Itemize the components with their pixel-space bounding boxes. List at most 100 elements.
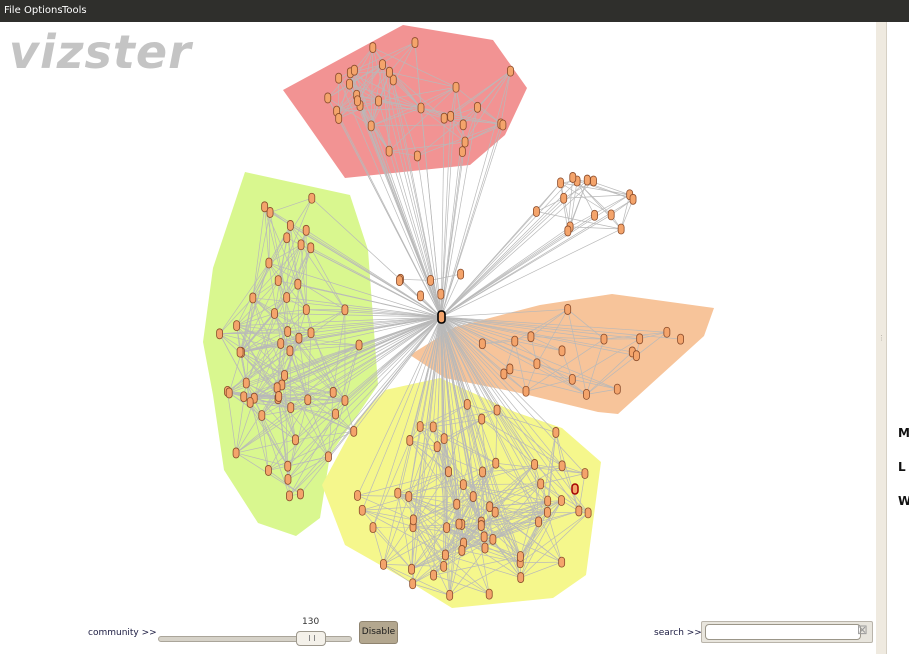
person-node[interactable] <box>386 66 393 78</box>
person-node[interactable] <box>375 95 382 107</box>
person-node[interactable] <box>249 292 257 304</box>
side-panel-divider[interactable]: ⋮ <box>876 22 887 654</box>
person-node[interactable] <box>409 514 417 526</box>
person-node[interactable] <box>346 78 353 90</box>
person-node[interactable] <box>533 358 541 370</box>
person-node[interactable] <box>564 225 572 237</box>
person-node[interactable] <box>307 327 315 339</box>
person-node[interactable] <box>558 556 566 568</box>
person-node[interactable] <box>385 145 393 157</box>
person-node[interactable] <box>568 373 576 385</box>
person-node[interactable] <box>358 504 366 516</box>
person-node[interactable] <box>307 242 315 254</box>
person-node[interactable] <box>411 37 419 48</box>
person-node[interactable] <box>265 465 272 476</box>
person-node[interactable] <box>355 339 363 351</box>
person-node[interactable] <box>275 391 283 402</box>
person-node[interactable] <box>283 292 291 303</box>
person-node[interactable] <box>308 192 316 204</box>
person-node[interactable] <box>517 572 525 583</box>
person-node[interactable] <box>233 320 241 332</box>
person-node[interactable] <box>429 421 437 433</box>
person-node[interactable] <box>324 92 332 104</box>
person-node[interactable] <box>216 328 224 340</box>
splitter-handle-icon[interactable]: ⋮ <box>878 334 885 342</box>
person-node[interactable] <box>499 119 507 131</box>
person-node[interactable] <box>265 257 273 269</box>
person-node[interactable] <box>440 112 448 124</box>
person-node[interactable] <box>236 346 244 358</box>
person-node[interactable] <box>295 332 303 344</box>
person-node[interactable] <box>591 209 598 221</box>
person-node[interactable] <box>284 460 292 472</box>
person-node[interactable] <box>297 239 305 251</box>
person-node[interactable] <box>517 551 524 562</box>
community-slider-thumb[interactable] <box>296 631 326 646</box>
menu-tools[interactable]: Tools <box>62 5 87 17</box>
person-node[interactable] <box>354 490 361 501</box>
person-node[interactable] <box>261 201 269 213</box>
person-node[interactable] <box>367 120 375 132</box>
person-node[interactable] <box>455 518 463 530</box>
person-node[interactable] <box>302 224 310 236</box>
person-node[interactable] <box>537 478 545 490</box>
search-input[interactable] <box>705 624 861 640</box>
person-node[interactable] <box>294 278 302 290</box>
person-node[interactable] <box>379 59 386 71</box>
person-node[interactable] <box>511 335 519 347</box>
person-node[interactable] <box>489 533 497 545</box>
person-node[interactable] <box>477 520 485 531</box>
person-node[interactable] <box>617 223 625 235</box>
person-node[interactable] <box>492 457 500 469</box>
person-node[interactable] <box>677 333 684 345</box>
person-node[interactable] <box>453 498 461 510</box>
person-node[interactable] <box>225 387 233 399</box>
person-node[interactable] <box>443 522 451 534</box>
person-node[interactable] <box>461 136 469 148</box>
person-node[interactable] <box>283 232 291 244</box>
person-node[interactable] <box>396 275 403 287</box>
person-node[interactable] <box>506 363 514 375</box>
person-node[interactable] <box>246 397 254 408</box>
person-node[interactable] <box>441 549 449 561</box>
person-node[interactable] <box>629 193 637 205</box>
person-node[interactable] <box>535 516 542 528</box>
person-node[interactable] <box>281 370 288 381</box>
person-node[interactable] <box>607 209 615 221</box>
person-node[interactable] <box>590 175 597 187</box>
person-node[interactable] <box>430 569 437 581</box>
person-node[interactable] <box>469 491 477 502</box>
person-node[interactable] <box>341 395 349 406</box>
person-node[interactable] <box>558 495 565 506</box>
person-node[interactable] <box>533 206 540 217</box>
person-node[interactable] <box>552 427 560 438</box>
person-node[interactable] <box>304 394 312 406</box>
person-node[interactable] <box>544 506 551 518</box>
person-node[interactable] <box>286 220 294 231</box>
person-node[interactable] <box>479 466 486 478</box>
network-graph[interactable] <box>0 22 876 612</box>
person-node[interactable] <box>558 460 566 472</box>
person-node[interactable] <box>560 192 568 204</box>
person-node[interactable] <box>600 333 608 345</box>
person-node[interactable] <box>409 578 417 590</box>
person-node[interactable] <box>232 447 240 459</box>
clear-search-icon[interactable]: ⊠ <box>856 624 869 637</box>
disable-button[interactable]: Disable <box>359 621 398 644</box>
person-node[interactable] <box>332 408 339 420</box>
person-node[interactable] <box>405 491 413 502</box>
person-node[interactable] <box>474 101 481 113</box>
person-node[interactable] <box>297 488 304 500</box>
person-node[interactable] <box>480 531 488 543</box>
person-node[interactable] <box>408 563 416 575</box>
person-node[interactable] <box>581 468 589 479</box>
person-node[interactable] <box>481 542 489 554</box>
person-node[interactable] <box>292 434 299 446</box>
person-node[interactable] <box>569 172 577 183</box>
person-node[interactable] <box>437 288 445 300</box>
person-node[interactable] <box>287 402 295 414</box>
person-node[interactable] <box>354 95 361 107</box>
person-node[interactable] <box>445 466 452 478</box>
person-node[interactable] <box>507 65 514 77</box>
person-node[interactable] <box>564 304 572 315</box>
